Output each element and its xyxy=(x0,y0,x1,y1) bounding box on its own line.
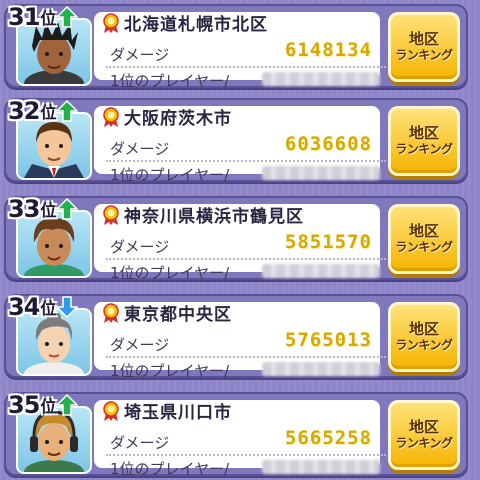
ranking-list: 31 位 北海道札幌市北区 ダメージ 6148134 1位のプレイヤー/ 地区 … xyxy=(0,0,480,480)
region-button-line1: 地区 xyxy=(408,418,439,437)
damage-value: 6148134 xyxy=(284,39,372,61)
region-name: 神奈川県横浜市鶴見区 xyxy=(124,207,304,227)
damage-label: ダメージ xyxy=(110,46,170,64)
rank-suffix: 位 xyxy=(40,299,57,318)
medal-icon xyxy=(103,12,119,33)
region-ranking-button[interactable]: 地区 ランキング xyxy=(388,400,460,470)
top-player-label: 1位のプレイヤー/ xyxy=(110,460,230,478)
rank-badge: 31 位 xyxy=(8,2,79,32)
damage-value: 5765013 xyxy=(284,329,372,351)
region-ranking-button[interactable]: 地区 ランキング xyxy=(388,302,460,372)
region-button-line1: 地区 xyxy=(408,124,439,143)
region-button-line1: 地区 xyxy=(408,222,439,241)
region-name: 大阪府茨木市 xyxy=(124,109,232,129)
rank-number: 33 xyxy=(8,195,40,223)
divider xyxy=(106,160,386,162)
divider xyxy=(106,66,386,68)
trend-up-arrow-icon xyxy=(56,100,79,122)
region-title: 北海道札幌市北区 xyxy=(102,10,268,35)
blurred-player-name xyxy=(262,362,380,376)
region-button-line2: ランキング xyxy=(395,435,453,450)
ranking-card: 33 位 神奈川県横浜市鶴見区 ダメージ 5851570 1位のプレイヤー/ 地… xyxy=(4,194,468,282)
region-name: 東京都中央区 xyxy=(124,305,232,325)
ranking-card: 35 位 埼玉県川口市 ダメージ 5665258 1位のプレイヤー/ 地区 ラン… xyxy=(4,390,468,478)
medal-icon xyxy=(103,204,119,225)
blurred-player-name xyxy=(262,166,380,180)
rank-number: 34 xyxy=(8,293,40,321)
region-button-line1: 地区 xyxy=(408,30,439,49)
region-button-line1: 地区 xyxy=(408,320,439,339)
ranking-card: 31 位 北海道札幌市北区 ダメージ 6148134 1位のプレイヤー/ 地区 … xyxy=(4,2,468,90)
blurred-player-name xyxy=(262,460,380,474)
medal-icon xyxy=(103,400,119,421)
region-name: 北海道札幌市北区 xyxy=(124,15,268,35)
blurred-player-name xyxy=(262,264,380,278)
damage-label: ダメージ xyxy=(110,336,170,354)
rank-badge: 32 位 xyxy=(8,96,79,126)
top-player-label: 1位のプレイヤー/ xyxy=(110,166,230,184)
top-player-label: 1位のプレイヤー/ xyxy=(110,264,230,282)
trend-up-arrow-icon xyxy=(56,394,79,416)
trend-up-arrow-icon xyxy=(56,6,79,28)
top-player-label: 1位のプレイヤー/ xyxy=(110,362,230,380)
rank-number: 32 xyxy=(8,97,40,125)
damage-value: 5851570 xyxy=(284,231,372,253)
divider xyxy=(106,356,386,358)
rank-number: 35 xyxy=(8,391,40,419)
region-title: 大阪府茨木市 xyxy=(102,104,232,129)
rank-badge: 34 位 xyxy=(8,292,79,322)
rank-suffix: 位 xyxy=(40,103,57,122)
region-ranking-button[interactable]: 地区 ランキング xyxy=(388,204,460,274)
rank-suffix: 位 xyxy=(40,201,57,220)
rank-suffix: 位 xyxy=(40,397,57,416)
medal-icon xyxy=(103,302,119,323)
rank-number: 31 xyxy=(8,3,40,31)
rank-badge: 33 位 xyxy=(8,194,79,224)
region-button-line2: ランキング xyxy=(395,47,453,62)
region-ranking-button[interactable]: 地区 ランキング xyxy=(388,12,460,82)
trend-up-arrow-icon xyxy=(56,198,79,220)
region-name: 埼玉県川口市 xyxy=(124,403,232,423)
ranking-card: 34 位 東京都中央区 ダメージ 5765013 1位のプレイヤー/ 地区 ラン… xyxy=(4,292,468,380)
divider xyxy=(106,258,386,260)
ranking-card: 32 位 大阪府茨木市 ダメージ 6036608 1位のプレイヤー/ 地区 ラン… xyxy=(4,96,468,184)
rank-suffix: 位 xyxy=(40,9,57,28)
damage-label: ダメージ xyxy=(110,238,170,256)
damage-label: ダメージ xyxy=(110,434,170,452)
damage-label: ダメージ xyxy=(110,140,170,158)
trend-down-arrow-icon xyxy=(56,296,79,318)
medal-icon xyxy=(103,106,119,127)
region-ranking-button[interactable]: 地区 ランキング xyxy=(388,106,460,176)
top-player-label: 1位のプレイヤー/ xyxy=(110,72,230,90)
damage-value: 5665258 xyxy=(284,427,372,449)
region-title: 東京都中央区 xyxy=(102,300,232,325)
rank-badge: 35 位 xyxy=(8,390,79,420)
damage-value: 6036608 xyxy=(284,133,372,155)
divider xyxy=(106,454,386,456)
region-title: 神奈川県横浜市鶴見区 xyxy=(102,202,304,227)
blurred-player-name xyxy=(262,72,380,86)
region-button-line2: ランキング xyxy=(395,239,453,254)
region-button-line2: ランキング xyxy=(395,337,453,352)
region-button-line2: ランキング xyxy=(395,141,453,156)
region-title: 埼玉県川口市 xyxy=(102,398,232,423)
